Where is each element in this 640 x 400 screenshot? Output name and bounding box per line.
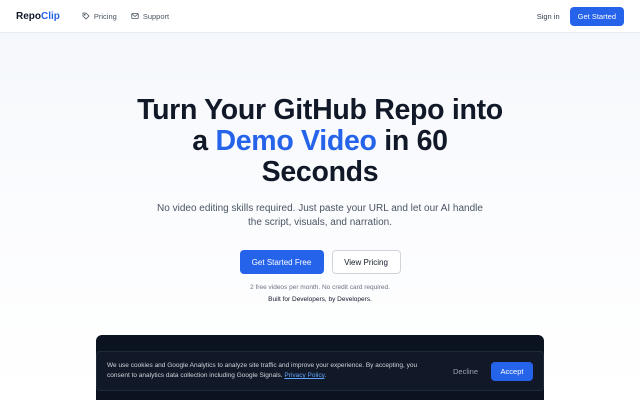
hero-subtitle: No video editing skills required. Just p… bbox=[157, 203, 483, 228]
brand-logo[interactable]: RepoClip bbox=[16, 11, 60, 22]
main-nav: Pricing Support bbox=[82, 12, 169, 21]
privacy-policy-link[interactable]: Privacy Policy bbox=[284, 372, 324, 379]
accept-button[interactable]: Accept bbox=[491, 361, 533, 381]
headline-line-3: Seconds bbox=[261, 156, 379, 188]
cookie-banner: We use cookies and Google Analytics to a… bbox=[96, 351, 544, 391]
get-started-free-button[interactable]: Get Started Free bbox=[239, 250, 324, 274]
brand-name: Repo bbox=[16, 10, 41, 22]
nav-support[interactable]: Support bbox=[131, 12, 169, 21]
nav-support-label: Support bbox=[142, 11, 170, 21]
view-pricing-button[interactable]: View Pricing bbox=[331, 250, 401, 274]
headline-pre: a bbox=[192, 125, 216, 157]
mail-icon bbox=[131, 13, 139, 19]
nav-pricing-label: Pricing bbox=[93, 11, 117, 21]
hero-headline: Turn Your GitHub Repo into a Demo Video … bbox=[120, 95, 520, 188]
cookie-text: We use cookies and Google Analytics to a… bbox=[107, 361, 437, 381]
cookie-message: We use cookies and Google Analytics to a… bbox=[107, 362, 418, 379]
hero-section: Turn Your GitHub Repo into a Demo Video … bbox=[0, 95, 640, 304]
sign-in-link[interactable]: Sign in bbox=[537, 12, 560, 21]
site-header: RepoClip Pricing Support Sign in Get Sta… bbox=[0, 0, 640, 33]
headline-post: in 60 bbox=[376, 125, 448, 157]
headline-line-1: Turn Your GitHub Repo into bbox=[137, 94, 503, 126]
header-actions: Sign in Get Started bbox=[537, 6, 624, 26]
decline-button[interactable]: Decline bbox=[453, 367, 478, 376]
cookie-message-end: . bbox=[324, 372, 327, 379]
nav-pricing[interactable]: Pricing bbox=[82, 12, 117, 21]
cta-row: Get Started Free View Pricing bbox=[0, 250, 640, 274]
headline-highlight: Demo Video bbox=[215, 125, 377, 157]
get-started-button[interactable]: Get Started bbox=[569, 6, 624, 26]
tag-icon bbox=[82, 12, 90, 20]
free-tier-note: 2 free videos per month. No credit card … bbox=[250, 284, 390, 291]
brand-name-accent: Clip bbox=[41, 10, 60, 22]
tagline: Built for Developers, by Developers. bbox=[268, 296, 372, 303]
